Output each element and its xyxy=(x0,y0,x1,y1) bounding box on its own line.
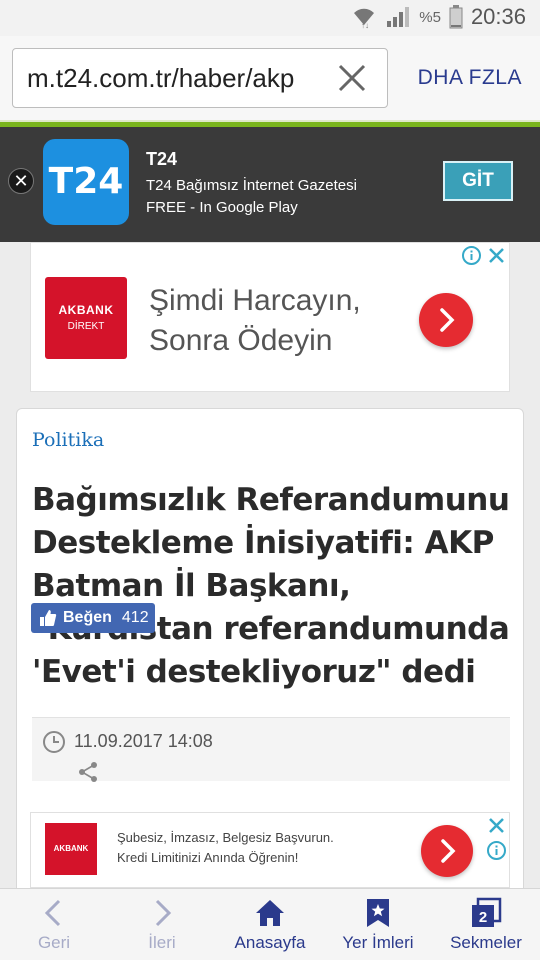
browser-toolbar: m.t24.com.tr/haber/akp DHA FZLA xyxy=(0,36,540,120)
clock-time: 20:36 xyxy=(470,4,526,29)
clock-icon xyxy=(43,731,65,753)
t24-app-icon[interactable]: T24 xyxy=(43,139,129,225)
url-text[interactable]: m.t24.com.tr/haber/akp xyxy=(27,63,319,95)
go-to-app-button[interactable]: GİT xyxy=(443,161,513,201)
ad-close-icon[interactable] xyxy=(486,815,507,836)
site-header-stripe xyxy=(0,120,540,127)
wifi-icon: ↑↓ xyxy=(354,8,375,29)
battery-icon xyxy=(449,5,463,29)
thumbs-up-icon xyxy=(40,610,57,626)
ad-bottom-arrow-button[interactable] xyxy=(421,825,473,877)
chevron-right-icon xyxy=(440,308,455,332)
article-meta: 11.09.2017 14:08 xyxy=(32,717,510,784)
akbank-logo: AKBANK DİREKT xyxy=(45,277,127,359)
ad-bottom-line-2: Kredi Limitinizi Anında Öğrenin! xyxy=(117,850,299,865)
nav-home-label: Anasayfa xyxy=(234,933,306,952)
akbank-ad-bottom[interactable]: AKBANK Şubesiz, İmzasız, Belgesiz Başvur… xyxy=(30,812,510,888)
nav-tabs[interactable]: 2 Sekmeler xyxy=(432,889,540,960)
ad-arrow-button[interactable] xyxy=(419,293,473,347)
more-menu-button[interactable]: DHA FZLA xyxy=(418,66,522,90)
article-headline: Bağımsızlık Referandumunu Destekleme İni… xyxy=(32,482,510,690)
close-banner-icon[interactable]: ✕ xyxy=(8,168,34,194)
svg-text:↑↓: ↑↓ xyxy=(361,21,369,29)
ad-close-icon[interactable] xyxy=(486,245,507,266)
ad-bottom-line-1: Şubesiz, İmzasız, Belgesiz Başvurun. xyxy=(117,830,334,845)
tab-count: 2 xyxy=(479,909,487,926)
app-name: T24 xyxy=(146,149,178,169)
nav-tabs-label: Sekmeler xyxy=(450,933,522,952)
article-date: 11.09.2017 14:08 xyxy=(74,731,213,751)
ad-bottom-controls xyxy=(486,815,507,861)
nav-forward[interactable]: İleri xyxy=(108,889,216,960)
facebook-like-button[interactable]: Beğen 412 xyxy=(31,603,155,633)
ad-info-icon[interactable] xyxy=(486,840,507,861)
app-install-banner: ✕ T24 T24 T24 Bağımsız İnternet Gazetesi… xyxy=(0,127,540,242)
ad-controls xyxy=(461,245,507,267)
akbank-logo-subtext: DİREKT xyxy=(67,321,105,332)
share-icon[interactable] xyxy=(76,760,100,784)
ad-info-icon[interactable] xyxy=(461,245,482,266)
ad-headline: Şimdi Harcayın, Sonra Ödeyin xyxy=(149,281,361,361)
ad-line-2: Sonra Ödeyin xyxy=(149,324,333,357)
like-label: Beğen xyxy=(63,609,112,626)
status-icons: ↑↓ %5 20:36 xyxy=(351,4,526,30)
chevron-right-icon xyxy=(155,899,172,927)
akbank-logo-small: AKBANK xyxy=(45,823,97,875)
ad-line-1: Şimdi Harcayın, xyxy=(149,284,361,317)
app-store-note: FREE - In Google Play xyxy=(146,199,298,216)
nav-forward-label: İleri xyxy=(148,933,176,952)
nav-home[interactable]: Anasayfa xyxy=(216,889,324,960)
ad-bottom-text: Şubesiz, İmzasız, Belgesiz Başvurun. Kre… xyxy=(117,828,334,868)
chevron-left-icon xyxy=(44,899,61,927)
status-bar: ↑↓ %5 20:36 xyxy=(0,0,540,36)
nav-back[interactable]: Geri xyxy=(0,889,108,960)
nav-bookmarks[interactable]: Yer İmleri xyxy=(324,889,432,960)
app-description: T24 Bağımsız İnternet Gazetesi xyxy=(146,177,357,194)
bookmark-star-icon xyxy=(367,899,389,927)
battery-percent: %5 xyxy=(419,8,441,26)
home-icon xyxy=(256,900,284,926)
like-count: 412 xyxy=(121,609,149,626)
chevron-right-icon xyxy=(441,839,456,863)
akbank-logo-text: AKBANK xyxy=(58,303,114,317)
tabs-icon: 2 xyxy=(472,897,502,927)
browser-bottom-nav: Geri İleri Anasayfa Yer İmleri 2 Sekmele… xyxy=(0,888,540,960)
akbank-ad-top[interactable]: AKBANK DİREKT Şimdi Harcayın, Sonra Ödey… xyxy=(30,242,510,392)
url-field[interactable]: m.t24.com.tr/haber/akp xyxy=(12,48,388,108)
clear-url-icon[interactable] xyxy=(335,61,369,95)
nav-back-label: Geri xyxy=(37,933,71,952)
page-content: AKBANK DİREKT Şimdi Harcayın, Sonra Ödey… xyxy=(0,242,540,908)
nav-bookmarks-label: Yer İmleri xyxy=(342,933,414,952)
signal-icon xyxy=(387,7,410,27)
article-category[interactable]: Politika xyxy=(32,429,104,451)
